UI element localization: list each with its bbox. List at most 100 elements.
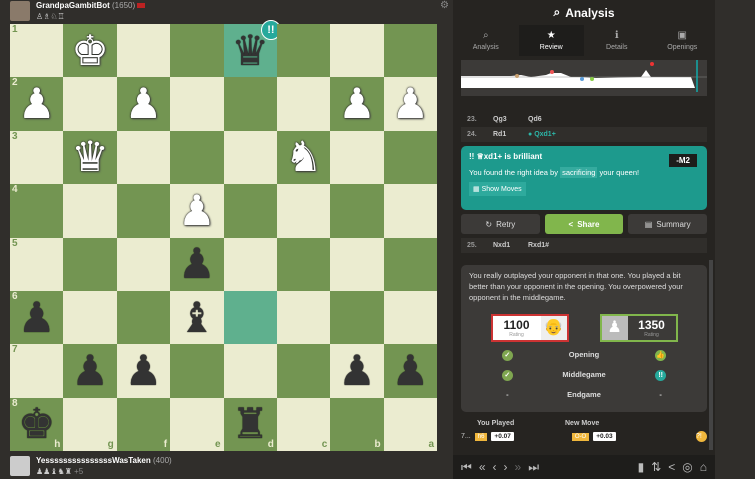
- black-bishop[interactable]: ♝: [178, 296, 216, 339]
- square-b7[interactable]: ♟: [330, 344, 384, 398]
- square-h4[interactable]: 4: [10, 184, 64, 238]
- white-pawn[interactable]: ♟: [18, 83, 56, 125]
- show-moves-button[interactable]: ▦ Show Moves: [469, 182, 526, 196]
- square-g3[interactable]: ♛: [63, 130, 117, 185]
- square-c8[interactable]: c: [276, 397, 331, 451]
- black-king[interactable]: ♚: [18, 403, 56, 445]
- square-b1[interactable]: [330, 24, 384, 78]
- new-move[interactable]: O-O: [571, 432, 590, 441]
- square-d1[interactable]: ♛!!: [223, 20, 281, 78]
- white-move[interactable]: Rd1: [481, 131, 528, 138]
- square-h3[interactable]: 3: [10, 130, 64, 185]
- black-pawn[interactable]: ♟: [71, 349, 109, 392]
- white-pawn[interactable]: ♟: [391, 83, 429, 125]
- square-e5[interactable]: ♟: [170, 237, 224, 291]
- square-g7[interactable]: ♟: [63, 344, 117, 398]
- bottom-player-name[interactable]: YesssssssssssssssWasTaken: [36, 456, 151, 465]
- forward-fast-icon[interactable]: »: [515, 460, 522, 474]
- square-a1[interactable]: [383, 24, 437, 78]
- black-pawn[interactable]: ♟: [178, 243, 216, 285]
- scrollbar[interactable]: [709, 260, 713, 450]
- next-move-icon[interactable]: ›: [504, 460, 508, 474]
- square-g5[interactable]: [63, 237, 117, 291]
- tab-review[interactable]: ★ Review: [518, 25, 584, 56]
- square-d5[interactable]: [223, 237, 277, 291]
- square-c7[interactable]: [276, 344, 331, 398]
- black-pawn[interactable]: ♟: [18, 296, 56, 339]
- square-f3[interactable]: [116, 130, 171, 185]
- square-c4[interactable]: [276, 184, 331, 238]
- square-h2[interactable]: ♟ 2: [10, 77, 64, 131]
- settings-gear-icon[interactable]: ⚙: [440, 0, 449, 11]
- played-move[interactable]: h6: [474, 432, 488, 441]
- black-move[interactable]: Rxd1#: [528, 242, 549, 249]
- share-icon[interactable]: <: [668, 460, 675, 474]
- white-queen[interactable]: ♛: [71, 136, 109, 178]
- white-move[interactable]: Nxd1: [481, 242, 528, 249]
- square-a4[interactable]: [383, 184, 437, 238]
- square-b8[interactable]: b: [330, 397, 384, 451]
- square-e7[interactable]: [170, 344, 224, 398]
- white-pawn[interactable]: ♟: [178, 189, 216, 232]
- black-pawn[interactable]: ♟: [125, 349, 163, 392]
- square-b6[interactable]: [330, 290, 384, 345]
- prev-move-icon[interactable]: ‹: [493, 460, 497, 474]
- white-knight[interactable]: ♞: [285, 136, 323, 178]
- square-c6[interactable]: [276, 290, 331, 345]
- square-e2[interactable]: [170, 77, 224, 131]
- stats-icon[interactable]: ▮: [638, 460, 645, 474]
- square-a2[interactable]: ♟: [383, 77, 437, 131]
- square-c2[interactable]: [276, 77, 331, 131]
- square-f4[interactable]: [116, 184, 171, 238]
- square-g8[interactable]: g: [63, 397, 117, 451]
- square-c1[interactable]: [276, 24, 331, 78]
- square-e4[interactable]: ♟: [170, 184, 224, 238]
- white-king[interactable]: ♚: [71, 29, 109, 72]
- square-h1[interactable]: 1: [10, 24, 64, 78]
- last-move-icon[interactable]: ⏭: [528, 460, 539, 475]
- square-e8[interactable]: e: [170, 397, 224, 451]
- white-pawn[interactable]: ♟: [125, 83, 163, 125]
- square-h5[interactable]: 5: [10, 237, 64, 291]
- tab-openings[interactable]: ▣ Openings: [650, 25, 716, 56]
- retry-button[interactable]: ↻ Retry: [461, 214, 540, 234]
- evaluation-graph[interactable]: [461, 60, 707, 96]
- square-a8[interactable]: a: [383, 397, 437, 451]
- black-rook[interactable]: ♜: [231, 403, 269, 445]
- tab-details[interactable]: ℹ Details: [584, 25, 650, 56]
- square-e3[interactable]: [170, 130, 224, 185]
- white-pawn[interactable]: ♟: [338, 83, 376, 125]
- sacrifice-link[interactable]: sacrificing: [560, 167, 598, 178]
- square-h7[interactable]: 7: [10, 344, 64, 398]
- flip-board-icon[interactable]: ⇅: [651, 460, 661, 474]
- square-d3[interactable]: [223, 130, 277, 185]
- library-icon[interactable]: ⌂: [700, 460, 707, 474]
- white-move[interactable]: Qg3: [481, 116, 528, 123]
- tab-analysis[interactable]: ⌕ Analysis: [453, 25, 519, 56]
- square-a6[interactable]: [383, 290, 437, 345]
- black-move[interactable]: Qd6: [528, 116, 542, 123]
- back-fast-icon[interactable]: «: [479, 460, 486, 474]
- square-a3[interactable]: [383, 130, 437, 185]
- black-pawn[interactable]: ♟: [391, 349, 429, 392]
- square-f1[interactable]: [116, 24, 171, 78]
- square-e1[interactable]: [170, 24, 224, 78]
- share-button[interactable]: < Share: [544, 214, 624, 234]
- square-g1[interactable]: ♚: [63, 24, 117, 78]
- square-c3[interactable]: ♞: [276, 130, 331, 185]
- square-f6[interactable]: [116, 290, 171, 345]
- square-b5[interactable]: [330, 237, 384, 291]
- first-move-icon[interactable]: ⏮: [461, 460, 472, 475]
- square-a5[interactable]: [383, 237, 437, 291]
- square-c5[interactable]: [276, 237, 331, 291]
- square-b4[interactable]: [330, 184, 384, 238]
- square-d2[interactable]: [223, 77, 277, 131]
- square-f8[interactable]: f: [116, 397, 171, 451]
- black-pawn[interactable]: ♟: [338, 349, 376, 392]
- square-f2[interactable]: ♟: [116, 77, 171, 131]
- square-b3[interactable]: [330, 130, 384, 185]
- top-player-name[interactable]: GrandpaGambitBot: [36, 1, 110, 10]
- square-g2[interactable]: [63, 77, 117, 131]
- chess-board[interactable]: 1 ♚ ♛!! ♟ 2 ♟ ♟ ♟ 3 ♛ ♞ 4 ♟ 5 ♟ ♟ 6 ♝ 7 ♟ ♟ ♟ ♟ ♚ 8 h g f e ♜ d c b a: [10, 20, 437, 451]
- square-d8[interactable]: ♜ d: [223, 397, 277, 451]
